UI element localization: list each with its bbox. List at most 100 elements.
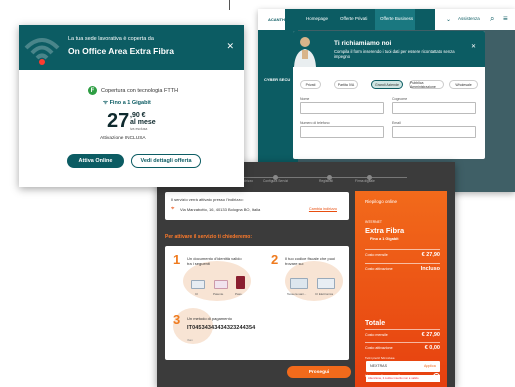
modal-title: Ti richiamiamo noi — [334, 40, 392, 47]
pill-wholesale[interactable]: Wholesale — [449, 80, 478, 89]
search-icon[interactable]: ⌕ — [490, 14, 494, 24]
doc2-text: Il tuo codice fiscale che puoi trovare s… — [285, 256, 336, 266]
doc-caption: CI — [195, 292, 198, 296]
nav-offerte-privati[interactable]: Offerte Privati — [340, 16, 367, 21]
total-row: Costo attivazione € 0,00 — [365, 342, 440, 355]
price-note: iva esclusa — [130, 127, 148, 131]
close-icon[interactable]: ✕ — [471, 43, 476, 50]
coverage-body: F Copertura con tecnologia FTTH ᯤ Fino a… — [19, 70, 244, 187]
summary-row: Costo mensile € 27,90 — [365, 249, 440, 262]
change-address-link[interactable]: Cambia indirizzo — [309, 207, 337, 211]
pill-pubblica-amministrazione[interactable]: Pubblica Amministrazione — [409, 80, 444, 89]
doc-caption: CI Elettronica — [315, 292, 334, 296]
checkout-page: Verifica Indirizzo Configura Servizi Reg… — [157, 162, 455, 387]
price-decimal: ,90 € — [130, 112, 146, 119]
price-integer: 27 — [107, 110, 130, 132]
doc1-text: Un documento d'identità valido tra i seg… — [187, 256, 242, 266]
iban-label: Iban — [187, 338, 193, 342]
address-card: Il servizio verrà attivato presso l'indi… — [165, 192, 349, 220]
promo-code-input[interactable]: NEXTRAS Applica — [366, 361, 440, 372]
driving-license-icon — [214, 280, 228, 289]
field-label-telefono: Numero di telefono — [300, 121, 330, 125]
view-offer-details-button[interactable]: Vedi dettagli offerta — [131, 154, 201, 168]
summary-speed: Fino a 1 Gigabit — [370, 237, 399, 241]
summary-category: INTERNET — [365, 220, 382, 224]
ftth-row: F Copertura con tecnologia FTTH — [88, 86, 178, 95]
telefono-input[interactable] — [300, 126, 384, 138]
step-label: Configura Servizi — [263, 179, 289, 183]
promo-error: Attenzione, il codice inserito non è val… — [366, 375, 440, 382]
step-number-1: 1 — [173, 252, 181, 267]
price-period: al mese — [130, 119, 156, 126]
health-card-icon — [290, 278, 308, 289]
ftth-text: Copertura con tecnologia FTTH — [101, 87, 179, 94]
hero-text: CYBER SECU — [264, 77, 291, 82]
modal-header: Ti richiamiamo noi Compila il form inser… — [293, 31, 485, 67]
requirements-card: 1 Un documento d'identità valido tra i s… — [165, 246, 349, 360]
summary-row-value: € 27,90 — [421, 252, 440, 258]
total-title: Totale — [365, 320, 386, 327]
step-number-2: 2 — [271, 252, 279, 267]
cognome-input[interactable] — [392, 102, 476, 114]
field-label-nome: Nome — [300, 97, 310, 101]
top-navbar: ACANTHO Homepage Offerte Privati Offerte… — [258, 9, 515, 30]
total-row-label: Costo mensile — [365, 333, 388, 337]
close-icon[interactable]: ✕ — [226, 41, 234, 52]
electronic-id-icon — [317, 278, 335, 289]
connector-line — [229, 0, 230, 10]
field-label-cognome: Cognome — [392, 97, 408, 101]
chevron-down-icon: ⌄ — [446, 17, 452, 23]
id-card-icon — [191, 280, 205, 289]
doc-caption: Patente — [213, 292, 224, 296]
doc3-text: Un metodo di pagamento — [187, 316, 232, 321]
modal-subtitle: Compila il form inserendo i tuoi dati pe… — [334, 49, 455, 59]
person-illustration-icon — [294, 37, 316, 67]
location-pin-icon: ⌖ — [171, 206, 175, 212]
total-row: Costo mensile € 27,90 — [365, 329, 440, 342]
nav-homepage[interactable]: Homepage — [306, 16, 328, 21]
order-summary: Riepilogo online INTERNET Extra Fibra Fi… — [355, 191, 447, 387]
doc-caption: Tessera sani... — [287, 292, 307, 296]
speed-text: Fino a 1 Gigabit — [109, 100, 151, 106]
address-text: Via Marzabotto, 16, 40133 Bologna BO, It… — [180, 207, 261, 212]
wifi-icon — [24, 38, 60, 65]
summary-row-value: Incluso — [420, 266, 440, 272]
field-label-email: Email — [392, 121, 401, 125]
pill-grandi-aziende[interactable]: Grandi Aziende — [371, 80, 403, 89]
doc-caption: Pass. — [235, 292, 243, 296]
callback-modal: Ti richiamiamo noi Compila il form inser… — [293, 31, 485, 159]
vat-note: Tutti i prezzi IVA inclusa — [365, 356, 395, 360]
step-label: Firma digitale — [355, 179, 375, 183]
menu-icon[interactable]: ≡ — [503, 14, 508, 23]
pill-partita-iva[interactable]: Partita IVA — [334, 80, 358, 89]
step-number-3: 3 — [173, 312, 181, 327]
nav-assistenza[interactable]: Assistenza — [458, 16, 480, 21]
nav-offerte-business[interactable]: Offerte Business — [380, 16, 413, 21]
total-row-label: Costo attivazione — [365, 346, 393, 350]
total-row-value: € 0,00 — [424, 345, 440, 351]
coverage-subtitle: La tua sede lavorativa è coperta da — [68, 36, 154, 42]
summary-row-label: Costo mensile — [365, 253, 388, 257]
coverage-title: On Office Area Extra Fibra — [68, 46, 174, 56]
passport-icon — [236, 276, 245, 289]
summary-row-label: Costo attivazione — [365, 267, 393, 271]
activate-online-button[interactable]: Attiva Online — [67, 154, 124, 168]
total-row-value: € 27,90 — [421, 332, 440, 338]
iban-value: IT04534343434323244354 — [187, 325, 256, 331]
summary-title: Riepilogo online — [365, 199, 398, 204]
requirements-title: Per attivare il servizio ti chiederemo: — [165, 234, 252, 240]
speed-row: ᯤ Fino a 1 Gigabit — [103, 98, 151, 106]
continue-button[interactable]: Prosegui — [287, 366, 351, 378]
pill-privati[interactable]: Privati — [300, 80, 321, 89]
summary-row: Costo attivazione Incluso — [365, 263, 440, 276]
step-label: Registrati — [319, 179, 333, 183]
address-title: Il servizio verrà attivato presso l'indi… — [171, 197, 244, 202]
apply-promo-button[interactable]: Applica — [424, 364, 436, 368]
activation-text: Attivazione INCLUSA — [100, 136, 146, 141]
promo-code-value: NEXTRAS — [370, 364, 387, 368]
fiber-badge-icon: F — [88, 86, 97, 95]
coverage-header: La tua sede lavorativa è coperta da On O… — [19, 25, 244, 70]
promo-error-text: Attenzione, il codice inserito non è val… — [368, 376, 419, 380]
nome-input[interactable] — [300, 102, 384, 114]
email-input[interactable] — [392, 126, 476, 138]
